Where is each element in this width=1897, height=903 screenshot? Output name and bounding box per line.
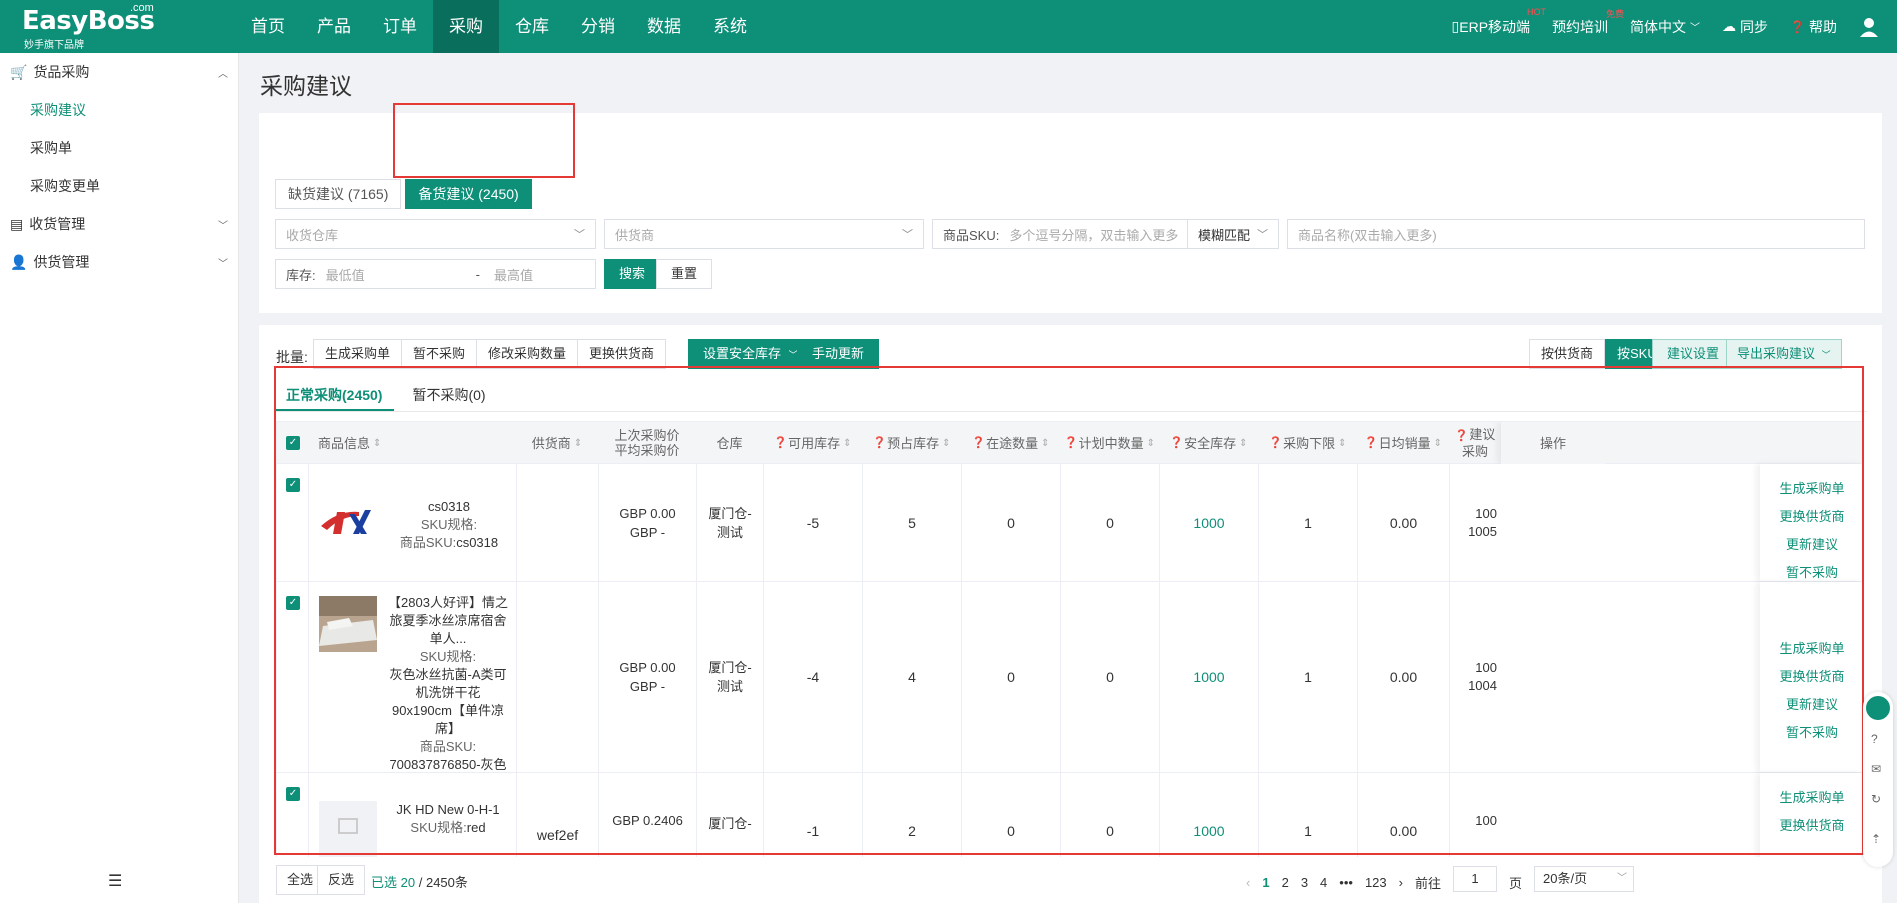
search-button[interactable]: 搜索: [604, 259, 661, 289]
chevron-down-icon: ﹀: [1690, 23, 1701, 34]
page-last[interactable]: 123: [1365, 875, 1387, 890]
sidebar-item-purchase-change[interactable]: 采购变更单: [0, 167, 238, 205]
highlight-box-table: [274, 366, 1864, 855]
nav-data[interactable]: 数据: [631, 0, 697, 53]
chevron-down-icon: ﹀: [1257, 229, 1268, 241]
training-link[interactable]: 预约培训 免费: [1552, 9, 1624, 37]
batch-modify-qty-button[interactable]: 修改采购数量: [476, 339, 579, 369]
view-by-supplier-button[interactable]: 按供货商: [1529, 339, 1606, 369]
chevron-up-icon: ︿: [218, 68, 228, 80]
help-button[interactable]: ❓ 帮助: [1790, 17, 1837, 37]
highlight-box-tab: [393, 103, 575, 178]
chevron-down-icon: ﹀: [218, 258, 228, 270]
feedback-icon[interactable]: ?: [1871, 732, 1878, 746]
reset-button[interactable]: 重置: [656, 259, 713, 289]
page-title: 采购建议: [260, 73, 352, 99]
people-icon: 👤: [10, 253, 28, 270]
nav-distribution[interactable]: 分销: [565, 0, 631, 53]
page-size-select[interactable]: 20条/页 ﹀: [1534, 866, 1635, 892]
free-badge: 免费: [1606, 8, 1625, 19]
stock-range-input[interactable]: 库存: 最低值 - 最高值: [275, 259, 596, 289]
invert-selection-button[interactable]: 反选: [317, 865, 366, 895]
pagination: ‹ 1 2 3 4 ••• 123 › 前往 1 页 20条/页 ﹀: [1246, 866, 1635, 892]
chat-icon[interactable]: ✉: [1871, 762, 1881, 776]
batch-label: 批量:: [276, 349, 308, 365]
floating-toolbar: ? ✉ ↻ ⇡: [1863, 692, 1893, 867]
selection-count: 已选 20 / 2450条: [371, 875, 468, 890]
erp-mobile-link[interactable]: ▯ ERP移动端 HOT: [1451, 7, 1547, 37]
warehouse-select[interactable]: 收货仓库 ﹀: [275, 219, 596, 249]
product-name-input[interactable]: 商品名称(双击输入更多): [1287, 219, 1865, 249]
collapse-menu-icon[interactable]: ☰: [108, 871, 122, 891]
chevron-down-icon: ﹀: [574, 229, 585, 241]
language-select[interactable]: 简体中文 ﹀: [1630, 17, 1700, 37]
chevron-down-icon: ﹀: [218, 220, 228, 232]
nav-order[interactable]: 订单: [367, 0, 433, 53]
chevron-down-icon: ﹀: [1617, 873, 1628, 884]
main-nav: 首页 产品 订单 采购 仓库 分销 数据 系统: [235, 0, 763, 53]
refresh-icon[interactable]: ↻: [1871, 792, 1881, 806]
top-navbar: EasyBoss .com 妙手旗下品牌 首页 产品 订单 采购 仓库 分销 数…: [0, 0, 1897, 53]
cart-icon: 🛒: [10, 63, 28, 80]
back-to-top-icon[interactable]: ⇡: [1871, 832, 1881, 846]
chevron-down-icon: ﹀: [902, 229, 913, 241]
chevron-down-icon: ﹀: [1821, 350, 1831, 360]
brand-logo[interactable]: EasyBoss .com 妙手旗下品牌: [0, 0, 235, 53]
sidebar-group-supply[interactable]: 👤 供货管理 ﹀: [0, 243, 238, 281]
suggestion-settings-button[interactable]: 建议设置: [1652, 339, 1735, 369]
main-content: 采购建议 缺货建议 (7165) 备货建议 (2450) 收货仓库 ﹀ 供货商 …: [240, 53, 1897, 903]
batch-change-supplier-button[interactable]: 更换供货商: [577, 339, 667, 369]
manual-update-button[interactable]: 手动更新: [797, 339, 880, 369]
question-icon: ❓: [1790, 19, 1805, 34]
page-1[interactable]: 1: [1262, 875, 1269, 890]
nav-purchase[interactable]: 采购: [433, 0, 499, 53]
table-footer: 全选 反选 已选 20 / 2450条 ‹ 1 2 3 4 ••• 123 › …: [259, 857, 1882, 903]
sidebar: 🛒 货品采购 ︿ 采购建议 采购单 采购变更单 ▤ 收货管理 ﹀ 👤 供货管理 ﹀ ☰: [0, 53, 239, 903]
export-suggestion-button[interactable]: 导出采购建议 ﹀: [1726, 339, 1842, 369]
sidebar-item-purchase-suggestion[interactable]: 采购建议: [0, 91, 238, 129]
cloud-upload-icon: ☁: [1722, 18, 1737, 34]
supplier-select[interactable]: 供货商 ﹀: [604, 219, 924, 249]
tab-shortage-suggestion[interactable]: 缺货建议 (7165): [275, 179, 402, 209]
page-3[interactable]: 3: [1301, 875, 1308, 890]
nav-system[interactable]: 系统: [697, 0, 763, 53]
prev-page-icon[interactable]: ‹: [1246, 875, 1250, 890]
hot-badge: HOT: [1527, 6, 1547, 17]
sidebar-group-goods-purchase[interactable]: 🛒 货品采购 ︿: [0, 53, 238, 91]
nav-product[interactable]: 产品: [301, 0, 367, 53]
sidebar-group-receiving[interactable]: ▤ 收货管理 ﹀: [0, 205, 238, 243]
tab-stock-suggestion[interactable]: 备货建议 (2450): [405, 179, 532, 209]
page-ellipsis[interactable]: •••: [1339, 875, 1353, 890]
set-safe-stock-button[interactable]: 设置安全库存 ﹀: [688, 339, 813, 369]
page-4[interactable]: 4: [1320, 875, 1327, 890]
sidebar-item-purchase-order[interactable]: 采购单: [0, 129, 238, 167]
next-page-icon[interactable]: ›: [1399, 875, 1403, 890]
support-avatar-icon[interactable]: [1866, 696, 1890, 720]
batch-create-po-button[interactable]: 生成采购单: [313, 339, 403, 369]
phone-icon: ▯: [1451, 18, 1460, 34]
batch-skip-button[interactable]: 暂不采购: [401, 339, 478, 369]
sync-button[interactable]: ☁ 同步: [1722, 17, 1768, 37]
user-avatar-icon[interactable]: [1859, 17, 1879, 37]
nav-warehouse[interactable]: 仓库: [499, 0, 565, 53]
clipboard-icon: ▤: [10, 215, 24, 232]
logo-domain: .com: [130, 2, 154, 14]
page-2[interactable]: 2: [1282, 875, 1289, 890]
page-jump-input[interactable]: 1: [1453, 866, 1497, 892]
logo-subtitle: 妙手旗下品牌: [24, 40, 84, 51]
nav-home[interactable]: 首页: [235, 0, 301, 53]
match-mode-select[interactable]: 模糊匹配 ﹀: [1187, 219, 1279, 249]
